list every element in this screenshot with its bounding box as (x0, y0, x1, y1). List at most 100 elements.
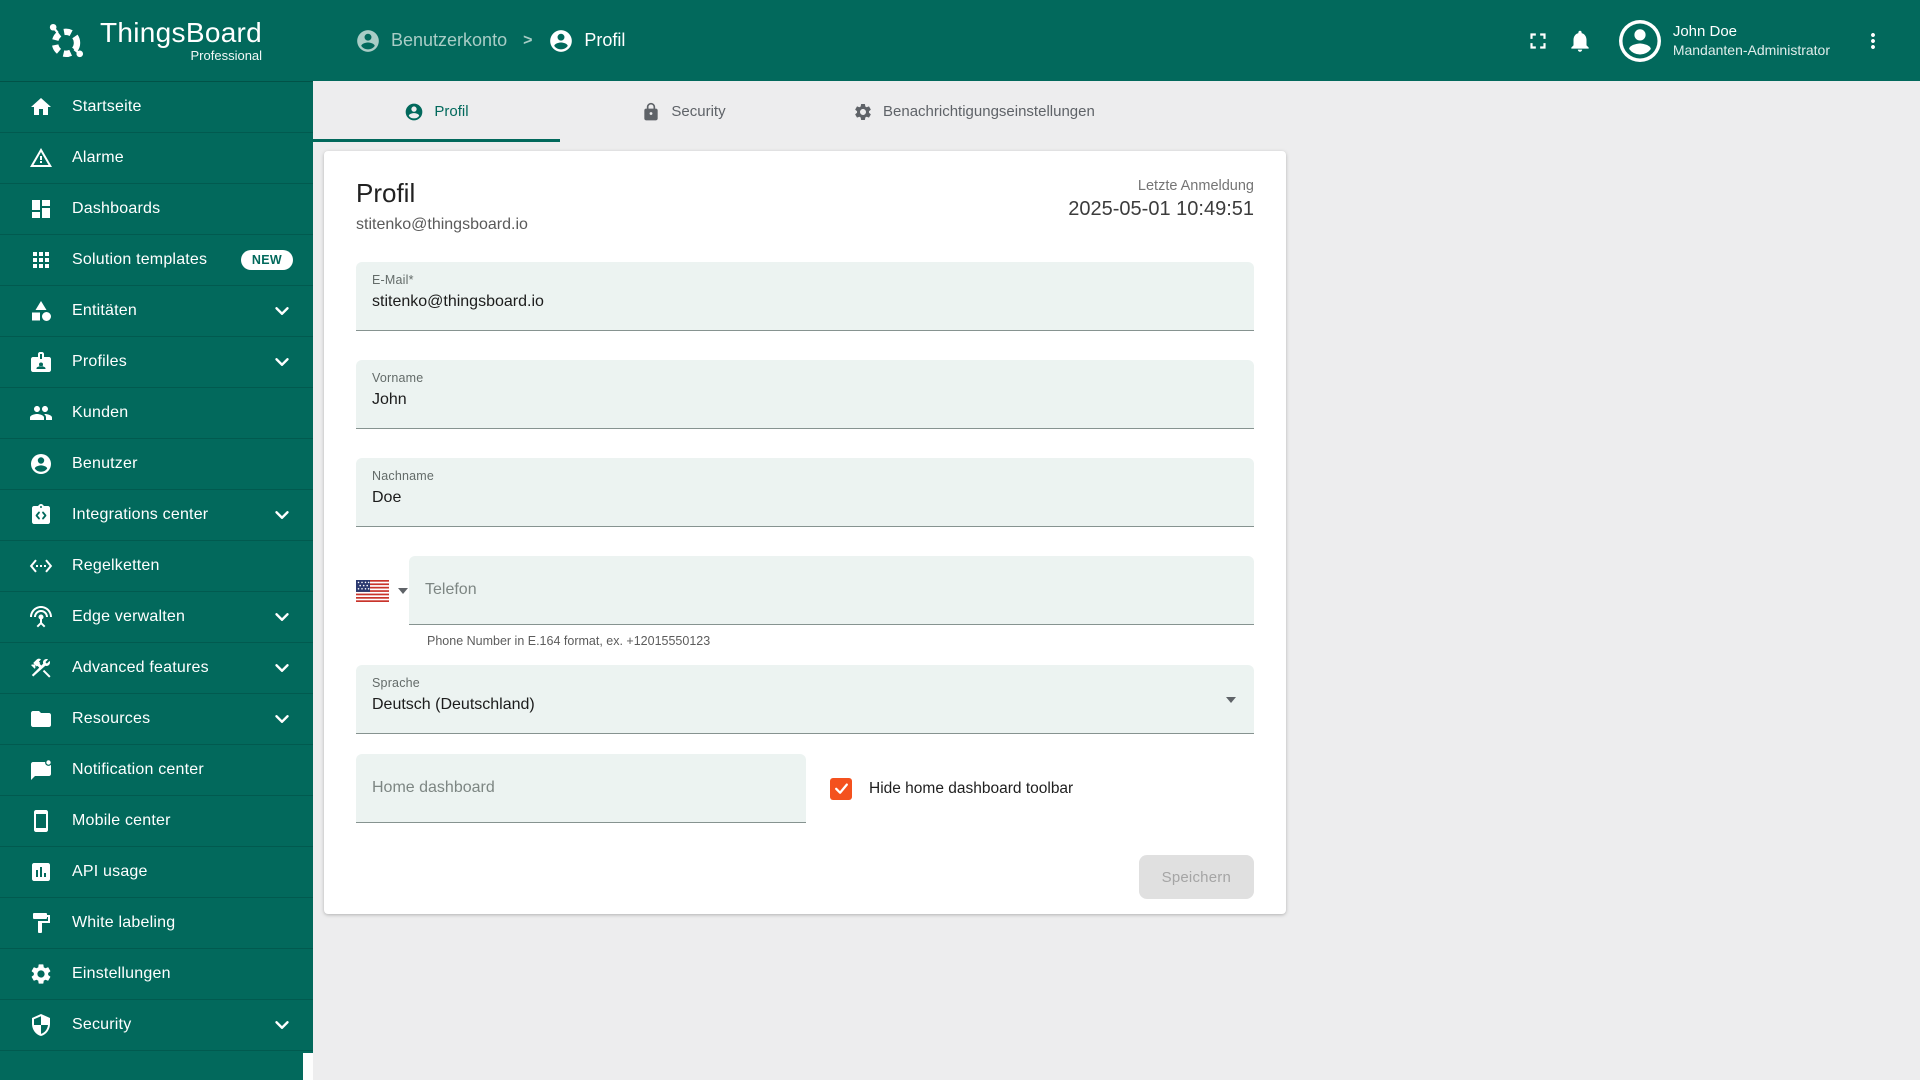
chevron-down-icon (271, 300, 293, 322)
language-select[interactable]: Sprache Deutsch (Deutschland) (356, 665, 1254, 734)
sidebar: Startseite Alarme Dashboards Solution te… (0, 81, 313, 1080)
antenna-icon (29, 605, 53, 629)
sidebar-item-api-usage[interactable]: API usage (0, 847, 313, 898)
email-input[interactable] (372, 293, 1238, 311)
home-dashboard-input[interactable] (372, 779, 790, 797)
breadcrumb: Benutzerkonto > Profil (355, 28, 625, 54)
chevron-down-icon (271, 1014, 293, 1036)
email-field[interactable]: E-Mail* (356, 262, 1254, 331)
sidebar-item-white-labeling[interactable]: White labeling (0, 898, 313, 949)
sidebar-item-alarme[interactable]: Alarme (0, 133, 313, 184)
sidebar-item-resources[interactable]: Resources (0, 694, 313, 745)
breadcrumb-item-benutzerkonto[interactable]: Benutzerkonto (355, 28, 507, 54)
caret-down-icon (1226, 697, 1236, 703)
warning-triangle-icon (29, 146, 53, 170)
gear-icon (29, 962, 53, 986)
phone-hint: Phone Number in E.164 format, ex. +12015… (427, 634, 711, 648)
apps-grid-icon (29, 248, 53, 272)
tab-label: Security (671, 103, 726, 120)
lock-icon (644, 102, 659, 120)
sidebar-item-edge-verwalten[interactable]: Edge verwalten (0, 592, 313, 643)
sidebar-item-integrations-center[interactable]: Integrations center (0, 490, 313, 541)
folder-icon (29, 707, 53, 731)
phone-field[interactable] (409, 556, 1254, 625)
first-name-input[interactable] (372, 391, 1238, 409)
thingsboard-logo-icon (49, 23, 84, 57)
profile-form: E-Mail* Vorname Nachname (356, 262, 1254, 823)
last-name-input[interactable] (372, 489, 1238, 507)
first-name-field[interactable]: Vorname (356, 360, 1254, 429)
person-circle-icon (29, 452, 53, 476)
save-button[interactable]: Speichern (1138, 855, 1254, 899)
sidebar-scrollbar-thumb[interactable] (303, 1053, 313, 1080)
bar-chart-box-icon (29, 860, 53, 884)
message-dot-icon (29, 758, 53, 782)
tab-profil[interactable]: Profil (313, 81, 560, 142)
hide-toolbar-checkbox-group[interactable]: Hide home dashboard toolbar (830, 777, 1073, 800)
shield-icon (29, 1013, 53, 1037)
sidebar-item-profiles[interactable]: Profiles (0, 337, 313, 388)
breadcrumb-separator: > (523, 31, 533, 49)
breadcrumb-label: Benutzerkonto (391, 30, 508, 50)
paint-roller-icon (29, 911, 53, 935)
main-content: Profil Security Benachrichtigungseinstel… (313, 0, 1920, 914)
sidebar-item-startseite[interactable]: Startseite (0, 82, 313, 133)
ethernet-code-icon (29, 554, 53, 578)
home-dashboard-field[interactable] (356, 754, 806, 823)
tab-label: Profil (434, 103, 469, 120)
chevron-down-icon (271, 504, 293, 526)
bell-icon (1571, 30, 1589, 52)
sidebar-item-dashboards[interactable]: Dashboards (0, 184, 313, 235)
chevron-down-icon (271, 657, 293, 679)
country-select[interactable] (356, 579, 409, 602)
first-name-label: Vorname (372, 371, 424, 385)
sidebar-item-regelketten[interactable]: Regelketten (0, 541, 313, 592)
page-title: Profil (356, 178, 416, 208)
sidebar-item-einstellungen[interactable]: Einstellungen (0, 949, 313, 1000)
sidebar-item-security[interactable]: Security (0, 1000, 313, 1051)
person-circle-icon (550, 29, 573, 52)
checkbox-checked-icon[interactable] (830, 777, 852, 800)
person-circle-icon (406, 103, 423, 120)
sidebar-item-mobile-center[interactable]: Mobile center (0, 796, 313, 847)
user-info[interactable]: John Doe Mandanten-Administrator (1673, 22, 1830, 60)
fullscreen-button[interactable] (1517, 20, 1559, 62)
gear-icon (855, 103, 871, 120)
tab-security[interactable]: Security (560, 81, 807, 142)
last-login-label: Letzte Anmeldung (1137, 178, 1254, 194)
card-actions: Speichern (356, 823, 1254, 899)
phone-row (356, 556, 1254, 625)
card-header: Profil stitenko@thingsboard.io Letzte An… (356, 178, 1254, 234)
chevron-down-icon (271, 708, 293, 730)
home-dashboard-row: Hide home dashboard toolbar (356, 754, 1254, 823)
sidebar-item-entitaeten[interactable]: Entitäten (0, 286, 313, 337)
breadcrumb-label: Profil (584, 30, 626, 50)
topbar-actions: John Doe Mandanten-Administrator (1517, 19, 1920, 62)
logo-subtitle: Professional (190, 48, 263, 64)
kebab-menu-icon (1871, 32, 1875, 49)
profile-card: Profil stitenko@thingsboard.io Letzte An… (324, 151, 1286, 914)
last-name-label: Nachname (372, 469, 435, 483)
notifications-button[interactable] (1559, 20, 1601, 62)
sidebar-item-kunden[interactable]: Kunden (0, 388, 313, 439)
dashboard-icon (29, 197, 53, 221)
sidebar-item-solution-templates[interactable]: Solution templates NEW (0, 235, 313, 286)
last-name-field[interactable]: Nachname (356, 458, 1254, 527)
us-flag-icon (356, 579, 389, 602)
phone-input[interactable] (425, 581, 1238, 599)
more-menu-button[interactable] (1852, 20, 1894, 62)
new-badge: NEW (240, 250, 293, 270)
sidebar-item-benutzer[interactable]: Benutzer (0, 439, 313, 490)
avatar[interactable] (1618, 19, 1661, 62)
sidebar-item-notification-center[interactable]: Notification center (0, 745, 313, 796)
tab-benachrichtigungseinstellungen[interactable]: Benachrichtigungseinstellungen (807, 81, 1141, 142)
integration-board-icon (29, 503, 53, 527)
breadcrumb-item-profil[interactable]: Profil (548, 28, 625, 54)
caret-down-icon (398, 587, 408, 594)
smartphone-icon (29, 809, 53, 833)
tab-bar: Profil Security Benachrichtigungseinstel… (313, 81, 1920, 142)
fullscreen-icon (1530, 32, 1546, 49)
sidebar-item-advanced-features[interactable]: Advanced features (0, 643, 313, 694)
logo[interactable]: ThingsBoard Professional (0, 17, 311, 64)
last-login-value: 2025-05-01 10:49:51 (1068, 198, 1254, 220)
